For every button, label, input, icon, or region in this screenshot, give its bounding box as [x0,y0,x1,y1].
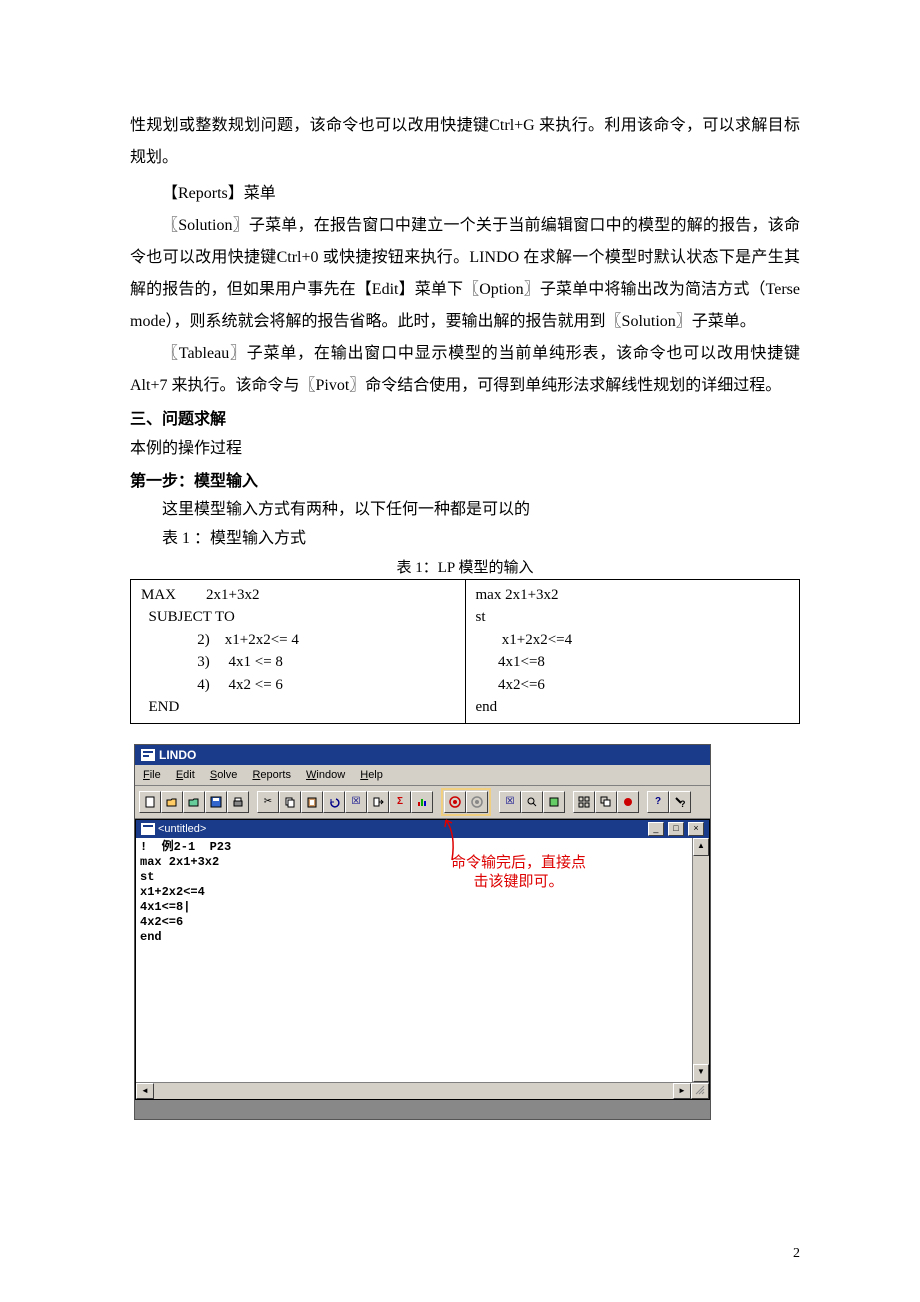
app-icon [141,749,155,761]
window-controls: _ □ × [647,822,704,836]
copy-button[interactable] [279,791,301,813]
editor-window: <untitled> _ □ × ! 例2-1 P23 max 2x1+3x2 … [135,819,710,1100]
menu-help[interactable]: Help [354,767,389,783]
cut-button[interactable]: ✂ [257,791,279,813]
table-intro: 表 1 ：模型输入方式 [130,525,800,554]
table-caption: 表 1：LP 模型的输入 [130,556,800,577]
svg-text:?: ? [680,799,686,808]
menubar: File Edit Solve Reports Window Help [135,765,710,786]
paste-button[interactable] [301,791,323,813]
context-help-button[interactable]: ? [669,791,691,813]
open-button[interactable] [161,791,183,813]
maximize-button[interactable]: □ [668,822,684,836]
menu-edit[interactable]: Edit [170,767,201,783]
paragraph-2: 【Reports】菜单 [130,178,800,210]
toolbar: ✂ ☒ Σ ☒ [135,786,710,819]
view-button[interactable] [183,791,205,813]
step-1-heading: 第一步：模型输入 [130,468,800,497]
vertical-scrollbar[interactable]: ▲ ▼ [692,838,709,1082]
scroll-down-button[interactable]: ▼ [693,1064,709,1082]
model-input-table: MAX 2x1+3x2 SUBJECT TO 2) x1+2x2<= 4 3) … [130,579,800,724]
stats-button[interactable] [411,791,433,813]
step-1-desc: 这里模型输入方式有两种，以下任何一种都是可以的 [130,496,800,525]
menu-reports[interactable]: Reports [246,767,297,783]
save-button[interactable] [205,791,227,813]
solve-target-button[interactable] [444,791,466,813]
scroll-up-button[interactable]: ▲ [693,838,709,856]
find-button[interactable] [521,791,543,813]
page-number: 2 [793,1246,800,1262]
help-button[interactable]: ? [647,791,669,813]
menu-window[interactable]: Window [300,767,351,783]
solve-button-group [441,788,491,816]
editor-title: <untitled> [158,823,206,835]
procedure-line: 本例的操作过程 [130,435,800,464]
close-button[interactable]: × [688,822,704,836]
app-title: LINDO [159,748,196,762]
solve-all-button[interactable] [466,791,488,813]
table-cell-right: max 2x1+3x2 st x1+2x2<=4 4x1<=8 4x2<=6 e… [465,579,800,723]
app-titlebar[interactable]: LINDO [135,745,710,765]
new-button[interactable] [139,791,161,813]
mdi-area: <untitled> _ □ × ! 例2-1 P23 max 2x1+3x2 … [135,819,710,1119]
code-editor[interactable]: ! 例2-1 P23 max 2x1+3x2 st x1+2x2<=4 4x1<… [136,838,692,1082]
table-row: MAX 2x1+3x2 SUBJECT TO 2) x1+2x2<= 4 3) … [131,579,800,723]
menu-solve[interactable]: Solve [204,767,244,783]
tile-button[interactable] [573,791,595,813]
lindo-app-window: LINDO File Edit Solve Reports Window Hel… [134,744,711,1120]
doc-icon [141,823,155,835]
minimize-button[interactable]: _ [648,822,664,836]
section-3-heading: 三、问题求解 [130,406,800,435]
close-all-button[interactable] [617,791,639,813]
scroll-right-button[interactable]: ► [673,1083,691,1099]
menu-file[interactable]: File [137,767,167,783]
sigma-button[interactable]: Σ [389,791,411,813]
report-button[interactable] [543,791,565,813]
goto-button[interactable] [367,791,389,813]
horizontal-scrollbar[interactable]: ◄ ► [136,1082,709,1099]
table-cell-left: MAX 2x1+3x2 SUBJECT TO 2) x1+2x2<= 4 3) … [131,579,466,723]
solve-x-button[interactable]: ☒ [345,791,367,813]
paragraph-4: 〖Tableau〗子菜单，在输出窗口中显示模型的当前单纯形表，该命令也可以改用快… [130,338,800,402]
paragraph-1: 性规划或整数规划问题，该命令也可以改用快捷键Ctrl+G 来执行。利用该命令，可… [130,110,800,174]
scroll-left-button[interactable]: ◄ [136,1083,154,1099]
print-button[interactable] [227,791,249,813]
solution-button[interactable]: ☒ [499,791,521,813]
editor-titlebar[interactable]: <untitled> _ □ × [136,820,709,838]
sizegrip-icon[interactable] [691,1083,709,1099]
undo-button[interactable] [323,791,345,813]
paragraph-3: 〖Solution〗子菜单，在报告窗口中建立一个关于当前编辑窗口中的模型的解的报… [130,210,800,338]
cascade-button[interactable] [595,791,617,813]
